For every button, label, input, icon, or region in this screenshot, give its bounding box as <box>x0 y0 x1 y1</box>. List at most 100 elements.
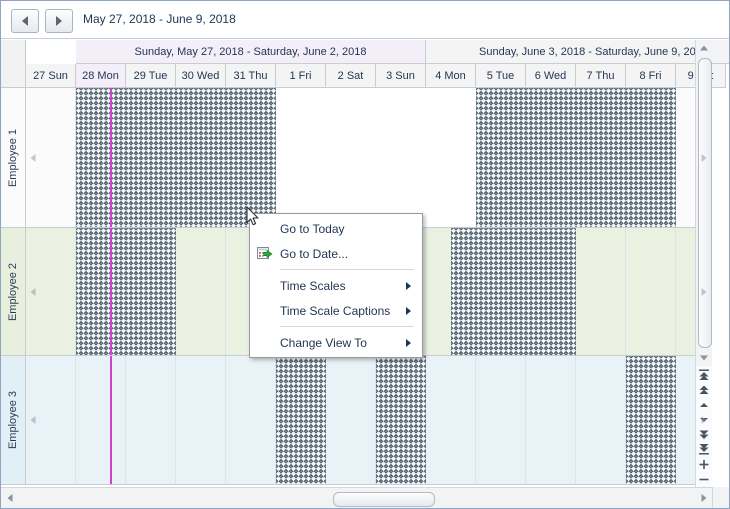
right-arrow-icon <box>56 16 62 26</box>
row-scroll-right-icon[interactable] <box>699 407 708 433</box>
scroll-up-button[interactable] <box>696 40 712 56</box>
week-header-row: Sunday, May 27, 2018 - Saturday, June 2,… <box>26 40 729 64</box>
scheduler-window: May 27, 2018 - June 9, 2018 Sunday, May … <box>0 0 730 509</box>
scrollbar-corner <box>712 487 729 508</box>
resource-label: Employee 3 <box>7 390 19 450</box>
minus-icon <box>699 478 709 481</box>
menu-item[interactable]: Time Scales <box>250 273 422 298</box>
week-header-cell[interactable]: Sunday, June 3, 2018 - Saturday, June 9,… <box>426 40 729 64</box>
triangle-icon <box>701 287 706 296</box>
date-range-label: May 27, 2018 - June 9, 2018 <box>83 12 236 26</box>
previous-period-button[interactable] <box>11 9 39 33</box>
horizontal-scrollbar[interactable] <box>1 487 729 508</box>
scroll-to-bottom-button[interactable] <box>696 442 712 457</box>
menu-item[interactable]: Go to Today <box>250 216 422 241</box>
up-arrow-icon <box>700 45 708 51</box>
current-time-indicator <box>110 228 112 355</box>
non-working-time-block[interactable] <box>626 356 676 484</box>
day-header-cell[interactable]: 7 Thu <box>576 64 626 88</box>
non-working-time-block[interactable] <box>76 228 176 355</box>
bottom-icon <box>699 444 709 455</box>
down-arrow-icon <box>700 355 708 361</box>
resource-header[interactable]: Employee 3 <box>1 356 26 484</box>
non-working-time-block[interactable] <box>276 356 326 484</box>
triangle-icon <box>30 153 35 162</box>
menu-item-label: Go to Date... <box>280 246 349 261</box>
scroll-down-button[interactable] <box>696 350 712 366</box>
row-scroll-right-icon[interactable] <box>699 145 708 171</box>
resource-row[interactable]: Employee 1 <box>1 88 712 228</box>
column-gridline <box>125 356 126 484</box>
left-arrow-icon <box>7 494 12 502</box>
menu-item[interactable]: Go to Date... <box>250 241 422 266</box>
horizontal-scrollbar-thumb[interactable] <box>333 492 435 507</box>
left-arrow-icon <box>22 16 28 26</box>
row-scroll-right-icon[interactable] <box>699 279 708 305</box>
menu-item[interactable]: Time Scale Captions <box>250 298 422 323</box>
submenu-arrow-icon <box>406 281 411 290</box>
zoom-in-button[interactable] <box>696 457 712 472</box>
scroll-to-top-button[interactable] <box>696 367 712 382</box>
day-header-cell[interactable]: 4 Mon <box>426 64 476 88</box>
row-scroll-left-icon[interactable] <box>28 407 37 433</box>
menu-item-label: Time Scale Captions <box>280 303 391 318</box>
triangle-icon <box>30 416 35 424</box>
header-corner <box>1 40 26 88</box>
menu-item[interactable]: Change View To <box>250 330 422 355</box>
day-header-cell[interactable]: 2 Sat <box>326 64 376 88</box>
menu-item-label: Time Scales <box>280 278 346 293</box>
zoom-out-button[interactable] <box>696 472 712 487</box>
column-gridline <box>75 356 76 484</box>
working-time-block[interactable] <box>276 88 426 227</box>
next-period-button[interactable] <box>45 9 73 33</box>
day-header-cell[interactable]: 29 Tue <box>126 64 176 88</box>
menu-separator <box>280 326 414 327</box>
row-scroll-left-icon[interactable] <box>28 145 37 171</box>
working-time-block[interactable] <box>426 88 476 227</box>
submenu-arrow-icon <box>406 306 411 315</box>
scroll-right-button[interactable] <box>695 488 712 508</box>
week-header-cell[interactable]: Sunday, May 27, 2018 - Saturday, June 2,… <box>76 40 426 64</box>
non-working-time-block[interactable] <box>376 356 426 484</box>
current-time-indicator <box>110 88 112 227</box>
resource-timeline[interactable] <box>26 88 712 227</box>
day-header-cell[interactable]: 5 Tue <box>476 64 526 88</box>
scroll-left-button[interactable] <box>1 488 18 508</box>
page-up-button[interactable] <box>696 382 712 397</box>
right-arrow-icon <box>701 494 706 502</box>
non-working-time-block[interactable] <box>76 88 276 227</box>
vertical-scrollbar-thumb[interactable] <box>698 58 712 348</box>
day-header-cell[interactable]: 6 Wed <box>526 64 576 88</box>
resource-label: Employee 2 <box>7 262 19 321</box>
triangle-icon <box>701 153 706 162</box>
non-working-time-block[interactable] <box>451 228 576 355</box>
day-header-cell[interactable]: 27 Sun <box>26 64 76 88</box>
goto-date-icon <box>257 246 273 262</box>
resource-row[interactable]: Employee 3 <box>1 356 712 485</box>
vertical-scrollbar[interactable] <box>695 40 712 366</box>
day-header-cell[interactable]: 1 Fri <box>276 64 326 88</box>
resource-header[interactable]: Employee 2 <box>1 228 26 355</box>
plus-icon <box>699 460 709 469</box>
menu-separator <box>280 269 414 270</box>
context-menu: Go to Today Go to Date... Time Scales Time … <box>249 213 423 358</box>
resource-timeline[interactable] <box>26 356 712 484</box>
column-gridline <box>625 228 626 355</box>
triangle-icon <box>701 416 706 424</box>
submenu-arrow-icon <box>406 338 411 347</box>
column-gridline <box>175 356 176 484</box>
day-header-cell[interactable]: 8 Fri <box>626 64 676 88</box>
day-header-cell[interactable]: 28 Mon <box>76 64 126 88</box>
triangle-icon <box>30 287 35 296</box>
resource-header[interactable]: Employee 1 <box>1 88 26 227</box>
non-working-time-block[interactable] <box>476 88 676 227</box>
day-header-cell[interactable]: 3 Sun <box>376 64 426 88</box>
column-gridline <box>675 228 676 355</box>
day-header-cell[interactable]: 30 Wed <box>176 64 226 88</box>
day-header-cell[interactable]: 31 Thu <box>226 64 276 88</box>
day-header-row: 27 Sun 28 Mon 29 Tue 30 Wed 31 Thu 1 Fri 2 Sat… <box>26 64 726 88</box>
row-scroll-left-icon[interactable] <box>28 279 37 305</box>
column-gridline <box>475 356 476 484</box>
toolbar: May 27, 2018 - June 9, 2018 <box>1 1 729 39</box>
resource-label: Employee 1 <box>7 128 19 187</box>
